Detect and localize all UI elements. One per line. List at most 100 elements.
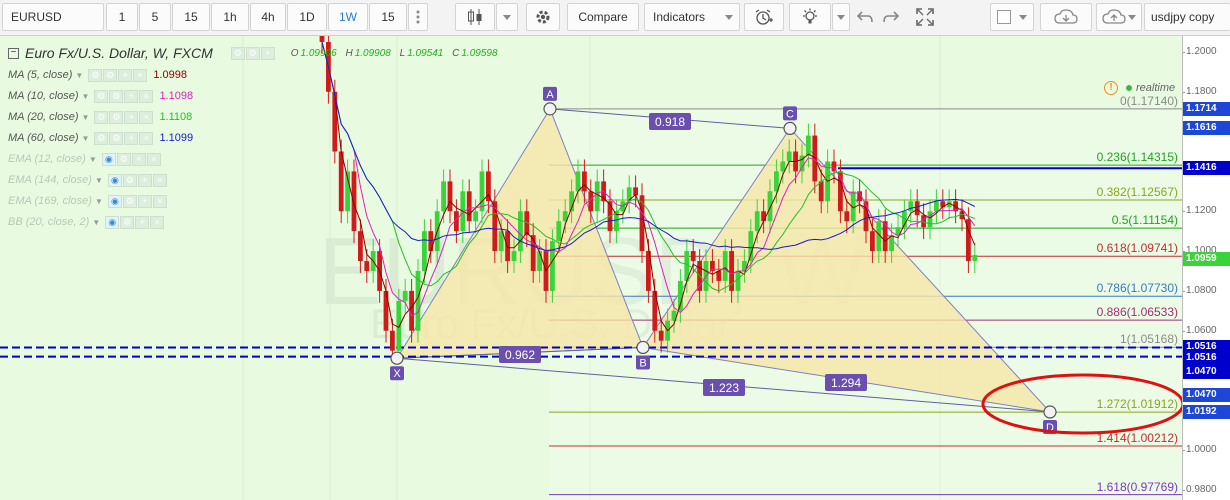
study-settings-icon[interactable]: ⚙ <box>122 173 137 187</box>
fib-level-label: 1.414(1.00212) <box>1096 430 1178 445</box>
fullscreen-expand-icon[interactable] <box>905 3 945 31</box>
candle-body <box>914 201 920 216</box>
study-add-icon[interactable]: + <box>137 173 152 187</box>
price-tick-label: 1.0800 <box>1183 284 1230 298</box>
settings-gear-icon[interactable] <box>526 3 560 31</box>
interval-button-1h[interactable]: 1h <box>211 3 249 31</box>
study-menu-chevron-icon[interactable]: ▼ <box>82 134 90 143</box>
study-remove-icon[interactable]: × <box>150 215 165 229</box>
study-add-icon[interactable]: + <box>124 89 139 103</box>
undo-arrow-icon[interactable] <box>851 3 879 31</box>
series-add-icon[interactable]: + <box>260 46 275 60</box>
study-visibility-icon[interactable]: ⚙ <box>94 110 109 124</box>
redo-arrow-icon[interactable] <box>877 3 905 31</box>
study-add-icon[interactable]: + <box>124 110 139 124</box>
interval-button-4h[interactable]: 4h <box>250 3 286 31</box>
study-visibility-icon[interactable]: ⚙ <box>94 89 109 103</box>
study-action-buttons: ◉ ⚙ + × <box>107 173 167 187</box>
study-visibility-icon[interactable]: ⚙ <box>94 131 109 145</box>
warning-icon[interactable]: ! <box>1104 81 1118 95</box>
interval-button-1d[interactable]: 1D <box>287 3 327 31</box>
interval-button-5[interactable]: 5 <box>139 3 171 31</box>
study-legend-row[interactable]: MA (5, close) ▼ ⚙ ⚙ + × 1.0998 <box>8 66 187 84</box>
study-menu-chevron-icon[interactable]: ▼ <box>82 92 90 101</box>
study-legend-row[interactable]: MA (10, close) ▼ ⚙ ⚙ + × 1.1098 <box>8 87 193 105</box>
study-remove-icon[interactable]: × <box>133 68 148 82</box>
study-settings-icon[interactable]: ⚙ <box>109 110 124 124</box>
study-settings-icon[interactable]: ⚙ <box>103 68 118 82</box>
price-chart-svg[interactable]: EURUSD, WEuro Fx/U.S. DollarXABCD0.9180.… <box>0 36 1182 500</box>
alert-clock-icon[interactable] <box>744 3 784 31</box>
study-menu-chevron-icon[interactable]: ▼ <box>82 113 90 122</box>
study-menu-chevron-icon[interactable]: ▼ <box>95 197 103 206</box>
study-name: MA (20, close) <box>8 111 79 123</box>
interval-button-15[interactable]: 15 <box>172 3 210 31</box>
series-settings-icon[interactable]: ⚙ <box>245 46 260 60</box>
ideas-dropdown-chevron-icon[interactable] <box>832 3 850 31</box>
study-remove-icon[interactable]: × <box>139 110 154 124</box>
study-legend-row[interactable]: EMA (144, close) ▼ ◉ ⚙ + × <box>8 171 173 189</box>
candle-body <box>594 181 600 212</box>
study-hidden-eye-icon[interactable]: ◉ <box>101 152 116 166</box>
study-menu-chevron-icon[interactable]: ▼ <box>92 218 100 227</box>
study-menu-chevron-icon[interactable]: ▼ <box>95 176 103 185</box>
compare-button[interactable]: Compare <box>567 3 639 31</box>
color-theme-square-icon[interactable] <box>990 3 1034 31</box>
interval-button-15-custom[interactable]: 15 <box>369 3 407 31</box>
study-remove-icon[interactable]: × <box>152 173 167 187</box>
study-hidden-eye-icon[interactable]: ◉ <box>105 215 120 229</box>
study-settings-icon[interactable]: ⚙ <box>122 194 137 208</box>
series-settings-icon[interactable]: ⚙ <box>230 46 245 60</box>
candles-chart-type-icon[interactable] <box>455 3 495 31</box>
chart-type-dropdown-chevron-icon[interactable] <box>496 3 518 31</box>
indicators-button[interactable]: Indicators <box>644 3 740 31</box>
study-menu-chevron-icon[interactable]: ▼ <box>75 71 83 80</box>
interval-label: 5 <box>151 10 159 24</box>
more-intervals-icon[interactable] <box>408 3 428 31</box>
study-remove-icon[interactable]: × <box>139 131 154 145</box>
study-visibility-icon[interactable]: ⚙ <box>88 68 103 82</box>
study-settings-icon[interactable]: ⚙ <box>116 152 131 166</box>
study-legend-row[interactable]: EMA (12, close) ▼ ◉ ⚙ + × <box>8 150 167 168</box>
price-scale[interactable]: 1.2000 1.1800 1.1200 1.1000 1.0800 1.0600 1.00… <box>1182 36 1230 500</box>
study-legend-row[interactable]: EMA (169, close) ▼ ◉ ⚙ + × <box>8 192 173 210</box>
study-name: MA (60, close) <box>8 132 79 144</box>
load-cloud-icon[interactable] <box>1040 3 1092 31</box>
save-cloud-icon[interactable] <box>1096 3 1142 31</box>
study-legend-row[interactable]: BB (20, close, 2) ▼ ◉ ⚙ + × <box>8 213 170 231</box>
chart-layout-button[interactable]: usdjpy copy <box>1144 3 1230 31</box>
study-name: EMA (169, close) <box>8 195 92 207</box>
study-add-icon[interactable]: + <box>124 131 139 145</box>
candle-body <box>556 221 562 242</box>
study-add-icon[interactable]: + <box>137 194 152 208</box>
fib-level-label: 1(1.05168) <box>1119 332 1178 347</box>
study-remove-icon[interactable]: × <box>146 152 161 166</box>
study-settings-icon[interactable]: ⚙ <box>120 215 135 229</box>
study-action-buttons: ⚙ ⚙ + × <box>94 110 154 124</box>
ideas-lightbulb-icon[interactable] <box>789 3 831 31</box>
collapse-legend-icon[interactable]: − <box>8 47 19 59</box>
study-add-icon[interactable]: + <box>135 215 150 229</box>
study-settings-icon[interactable]: ⚙ <box>109 131 124 145</box>
layout-name-label: usdjpy copy <box>1151 10 1215 24</box>
status-dot-icon <box>1126 85 1132 91</box>
chart-canvas[interactable]: EURUSD, WEuro Fx/U.S. DollarXABCD0.9180.… <box>0 36 1182 500</box>
study-legend-row[interactable]: MA (60, close) ▼ ⚙ ⚙ + × 1.1099 <box>8 129 193 147</box>
symbol-search-input[interactable]: EURUSD <box>2 3 104 31</box>
price-level-badge: 1.0470 <box>1183 364 1230 379</box>
study-remove-icon[interactable]: × <box>139 89 154 103</box>
study-add-icon[interactable]: + <box>131 152 146 166</box>
candle-body <box>390 330 395 351</box>
study-menu-chevron-icon[interactable]: ▼ <box>89 155 97 164</box>
study-hidden-eye-icon[interactable]: ◉ <box>107 194 122 208</box>
study-hidden-eye-icon[interactable]: ◉ <box>107 173 122 187</box>
study-add-icon[interactable]: + <box>118 68 133 82</box>
study-remove-icon[interactable]: × <box>152 194 167 208</box>
study-legend-row[interactable]: MA (20, close) ▼ ⚙ ⚙ + × 1.1108 <box>8 108 192 126</box>
candle-body <box>479 171 485 212</box>
study-settings-icon[interactable]: ⚙ <box>109 89 124 103</box>
ratio-label: 0.918 <box>655 115 685 129</box>
interval-button-1w[interactable]: 1W <box>328 3 368 31</box>
pattern-vertex-label: X <box>393 368 401 380</box>
interval-button-1[interactable]: 1 <box>106 3 138 31</box>
